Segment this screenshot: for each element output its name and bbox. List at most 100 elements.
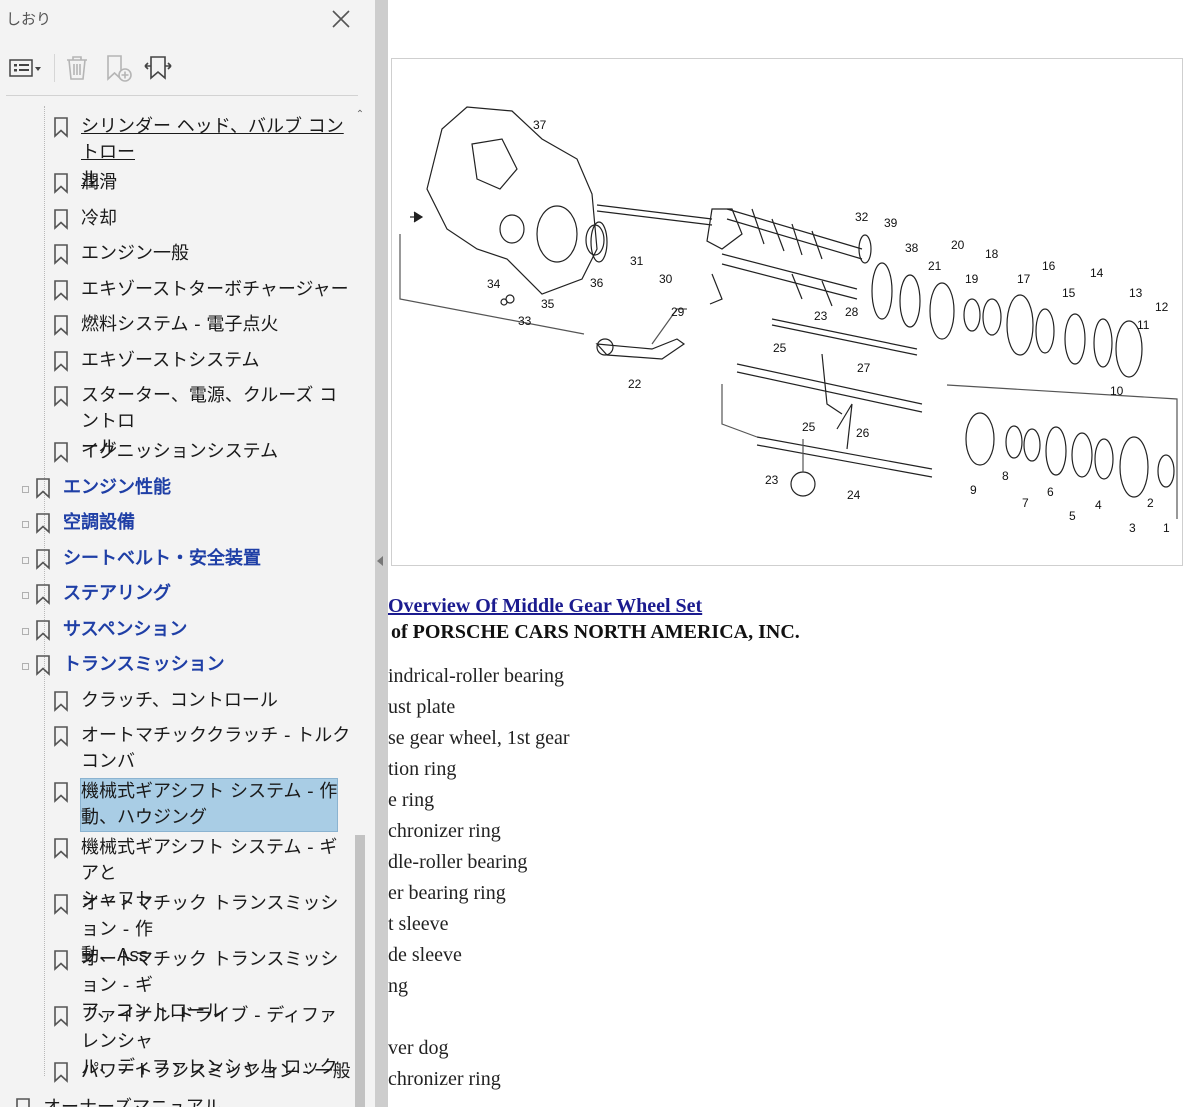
parts-list-line: tion ring: [388, 758, 457, 780]
part-number-label: 34: [487, 277, 501, 291]
expand-toggle-icon[interactable]: [22, 627, 29, 635]
close-panel-button[interactable]: [329, 7, 353, 31]
expand-toggle-icon[interactable]: [22, 485, 29, 493]
bookmark-tree: シリンダー ヘッド、バルブ コントロール潤滑冷却エンジン一般エキゾーストターボチ…: [0, 106, 352, 1107]
bookmark-item[interactable]: ステアリング: [22, 581, 171, 607]
bookmark-icon: [16, 1097, 30, 1107]
bookmark-item[interactable]: 潤滑: [52, 170, 117, 196]
bookmark-label-line: 動、ハウジング: [81, 807, 207, 828]
bookmark-label-line: シートベルト・安全装置: [63, 547, 261, 569]
bookmark-item[interactable]: 機械式ギアシフト システム - 作動、ハウジング: [52, 778, 339, 832]
collapse-arrow-icon[interactable]: [377, 556, 383, 566]
bookmark-icon: [54, 1006, 68, 1027]
part-number-label: 18: [985, 247, 999, 261]
bookmark-label-line: イグニッションシステム: [81, 441, 279, 462]
bookmark-label-line: 潤滑: [81, 172, 117, 193]
part-number-label: 24: [847, 488, 861, 502]
parts-list-line: ver dog: [388, 1037, 449, 1059]
panel-splitter[interactable]: [375, 0, 388, 1107]
bookmark-item[interactable]: エンジン一般: [52, 241, 189, 267]
bookmark-label-line: 機械式ギアシフト システム - ギアと: [81, 837, 338, 884]
bookmark-item[interactable]: トランスミッション: [22, 652, 225, 678]
bookmark-icon: [54, 950, 68, 971]
expand-toggle-icon[interactable]: [22, 592, 29, 599]
part-number-label: 12: [1155, 300, 1169, 314]
expand-toggle-icon[interactable]: [22, 521, 29, 528]
bookmark-item[interactable]: イグニッションシステム: [52, 439, 278, 465]
trash-icon: [67, 56, 87, 80]
part-number-label: 16: [1042, 259, 1056, 273]
parts-list-line: indrical-roller bearing: [388, 665, 565, 687]
bookmark-item[interactable]: クラッチ、コントロール: [52, 688, 278, 714]
parts-list-line: ust plate: [388, 696, 456, 718]
bookmarks-toolbar: [0, 48, 358, 90]
bookmark-icon: [54, 244, 68, 265]
bookmark-item[interactable]: シートベルト・安全装置: [22, 546, 261, 572]
part-number-label: 21: [928, 259, 942, 273]
part-number-label: 22: [628, 377, 642, 391]
bookmark-icon: [36, 584, 50, 605]
part-number-label: 31: [630, 254, 644, 268]
options-menu-button[interactable]: [6, 52, 46, 84]
bookmark-item[interactable]: オーナーズマニュアル: [14, 1095, 222, 1107]
bookmark-label: 空調設備: [63, 510, 135, 536]
part-number-label: 14: [1090, 266, 1104, 280]
bookmark-icon: [36, 619, 50, 641]
part-number-label: 33: [518, 314, 532, 328]
bookmark-item[interactable]: エンジン性能: [22, 475, 171, 501]
part-number-label: 17: [1017, 272, 1031, 286]
part-number-label: 26: [856, 426, 870, 440]
bookmark-label: エンジン性能: [63, 475, 171, 501]
bookmark-label: シリンダー ヘッド、バルブ コントロール: [81, 114, 352, 192]
bookmark-icon: [54, 279, 68, 301]
part-number-label: 6: [1047, 485, 1054, 499]
bookmark-label-line: シリンダー ヘッド、バルブ コントロー: [81, 116, 344, 163]
options-menu-icon: [9, 59, 41, 77]
bookmark-icon: [54, 208, 68, 230]
bookmark-icon: [54, 838, 68, 859]
expand-toggle-icon[interactable]: [22, 663, 29, 670]
expand-toggle-icon[interactable]: [22, 556, 29, 564]
bookmark-icon: [36, 548, 50, 570]
bookmark-item[interactable]: エキゾーストシステム: [52, 348, 260, 374]
document-view: 37 32 39 38 20 18 21 19 17 16 14 13 12 11 15 10 31 30 36 34…: [388, 0, 1200, 1107]
part-number-label: 27: [857, 361, 871, 375]
bookmark-item[interactable]: パワートランスミッション - 一般: [52, 1059, 351, 1085]
find-current-bookmark-button[interactable]: [140, 52, 176, 84]
bookmark-label-line: サスペンション: [63, 618, 188, 640]
bookmark-item[interactable]: 空調設備: [22, 510, 135, 536]
part-number-label: 11: [1137, 318, 1150, 332]
parts-list-line: de sleeve: [388, 944, 462, 966]
part-number-label: 5: [1069, 509, 1076, 523]
bookmark-label-line: ステアリング: [63, 583, 171, 604]
bookmark-label-line: 燃料システム - 電子点火: [81, 314, 279, 335]
part-number-label: 13: [1129, 286, 1143, 300]
parts-list-line: t sleeve: [388, 913, 449, 935]
bookmark-label-line: 機械式ギアシフト システム - 作: [81, 781, 338, 802]
panel-title: しおり: [6, 10, 52, 28]
parts-list-line: chronizer ring: [388, 1068, 501, 1090]
new-bookmark-button[interactable]: [102, 52, 134, 84]
part-number-label: 29: [671, 305, 685, 319]
part-number-label: 23: [765, 473, 779, 487]
bookmark-label-line: エンジン性能: [63, 476, 171, 498]
bookmark-label-line: エンジン一般: [81, 243, 189, 264]
bookmark-icon: [54, 782, 68, 803]
delete-bookmark-button[interactable]: [62, 52, 92, 84]
bookmark-label-line: 空調設備: [63, 512, 135, 533]
document-title-link[interactable]: Overview Of Middle Gear Wheel Set: [388, 595, 702, 618]
bookmark-item[interactable]: サスペンション: [22, 617, 188, 643]
toolbar-divider: [6, 95, 358, 96]
scrollbar-thumb[interactable]: [355, 835, 365, 1107]
part-number-label: 1: [1163, 521, 1170, 535]
bookmark-item[interactable]: 燃料システム - 電子点火: [52, 312, 278, 338]
find-current-bookmark-icon: [144, 56, 172, 80]
bookmark-label: パワートランスミッション - 一般: [81, 1059, 351, 1085]
bookmark-item[interactable]: エキゾーストターボチャージャー: [52, 277, 349, 303]
part-number-label: 7: [1022, 496, 1029, 510]
bookmark-icon: [36, 513, 50, 534]
part-number-label: 25: [802, 420, 816, 434]
parts-list-line: e ring: [388, 789, 435, 811]
bookmark-item[interactable]: 冷却: [52, 206, 117, 232]
scroll-up-button[interactable]: ⌃: [352, 108, 368, 122]
